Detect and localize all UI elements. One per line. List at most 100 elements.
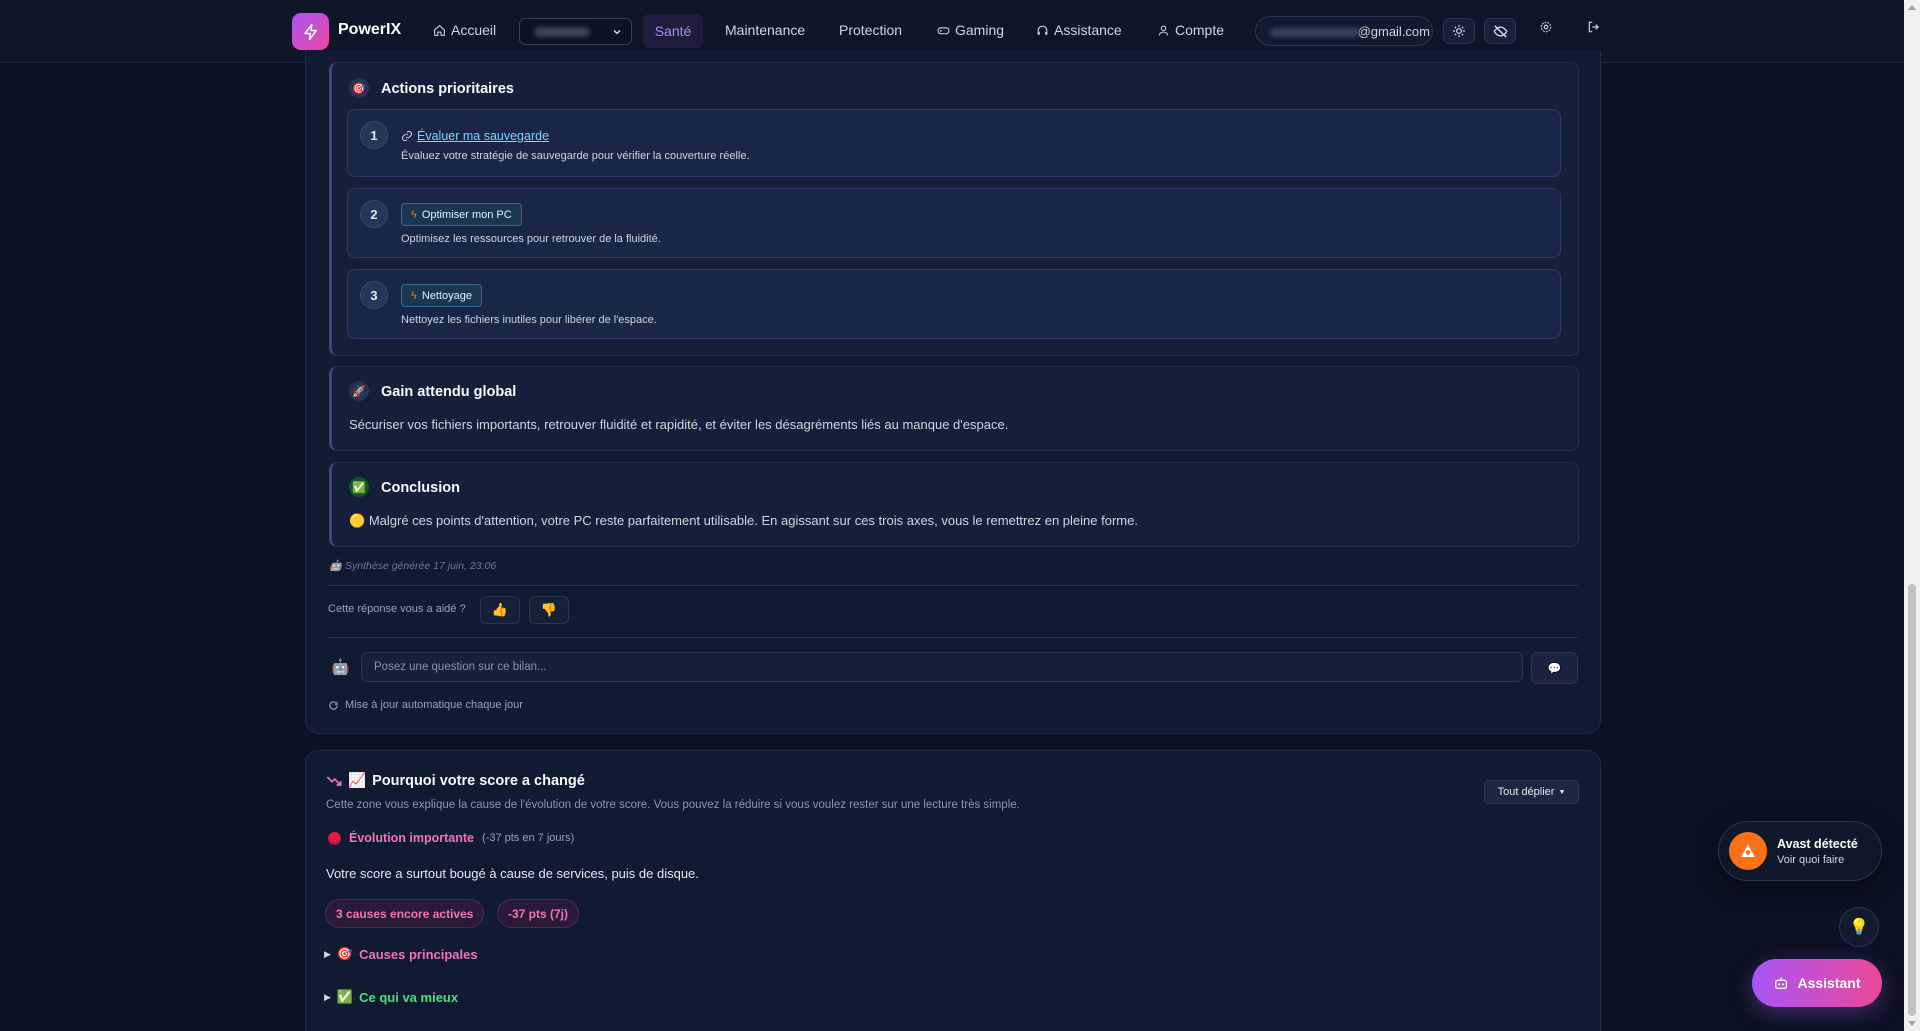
- caret-right-icon: ▶: [324, 991, 331, 1002]
- nav-maintenance[interactable]: Maintenance: [725, 22, 805, 38]
- conclusion-text: Malgré ces points d'attention, votre PC …: [368, 513, 1138, 528]
- chart-icon: 📈: [348, 773, 367, 789]
- evaluate-backup-link[interactable]: Évaluer ma sauvegarde: [401, 129, 549, 143]
- scroll-thumb[interactable]: [1908, 584, 1916, 1016]
- assistant-avatar-icon: 🤖: [331, 659, 350, 676]
- step-number: 1: [360, 121, 388, 149]
- nav-assistance-label: Assistance: [1054, 22, 1122, 38]
- step-description: Évaluez votre stratégie de sauvegarde po…: [401, 150, 750, 162]
- privacy-toggle-button[interactable]: [1484, 18, 1516, 44]
- email-redacted: [1270, 28, 1360, 37]
- bolt-icon: ϟ: [411, 289, 417, 302]
- action-step-3: 3 ϟ Nettoyage Nettoyez les fichiers inut…: [347, 269, 1561, 339]
- step-number: 3: [360, 281, 388, 309]
- assistant-label: Assistant: [1797, 975, 1861, 991]
- auto-update-text: Mise à jour automatique chaque jour: [345, 699, 523, 711]
- brand-name[interactable]: PowerIX: [338, 21, 401, 39]
- thumbs-down-button[interactable]: 👎: [529, 596, 569, 624]
- expand-all-label: Tout déplier: [1497, 786, 1555, 798]
- yellow-circle-icon: 🟡: [349, 513, 366, 528]
- headset-icon: [1037, 25, 1048, 35]
- conclusion-section: ✅ Conclusion 🟡 Malgré ces points d'atten…: [329, 462, 1579, 547]
- lightbulb-icon[interactable]: 💡: [1839, 907, 1879, 947]
- evolution-points: (-37 pts en 7 jours): [482, 832, 575, 844]
- rocket-icon: 🚀: [349, 381, 369, 401]
- link-icon: [402, 131, 412, 141]
- check-icon: ✅: [349, 477, 369, 497]
- score-change-card: [305, 750, 1601, 1031]
- caret-down-icon: ▼: [1558, 788, 1566, 796]
- improvements-label: Ce qui va mieux: [359, 989, 459, 1005]
- thumbs-up-button[interactable]: 👍: [480, 596, 520, 624]
- scroll-up-arrow[interactable]: [1908, 5, 1916, 10]
- caret-right-icon: ▶: [324, 948, 331, 959]
- step-description: Optimisez les ressources pour retrouver …: [401, 233, 661, 245]
- avast-detected-toast[interactable]: Avast détecté Voir quoi faire: [1718, 821, 1882, 881]
- scroll-down-arrow[interactable]: [1908, 1021, 1916, 1026]
- robot-icon: 🤖: [329, 560, 343, 572]
- nav-compte-label: Compte: [1175, 22, 1225, 38]
- send-question-button[interactable]: 💬: [1531, 652, 1578, 684]
- account-email[interactable]: @gmail.com: [1255, 16, 1433, 46]
- improvements-toggle[interactable]: ▶ ✅ Ce qui va mieux: [324, 989, 458, 1005]
- email-suffix: @gmail.com: [1357, 23, 1430, 39]
- divider: [328, 637, 1578, 638]
- avast-title: Avast détecté: [1777, 837, 1858, 851]
- step-number: 2: [360, 200, 388, 228]
- ask-question-input[interactable]: Posez une question sur ce bilan...: [361, 652, 1523, 682]
- bot-icon: [1775, 977, 1788, 989]
- chevron-down-icon: [613, 30, 621, 35]
- score-change-subtitle: Cette zone vous explique la cause de l'é…: [326, 799, 1020, 811]
- conclusion-title: Conclusion: [381, 480, 460, 496]
- divider: [328, 585, 1578, 586]
- trend-down-icon: [326, 775, 342, 786]
- target-icon: 🎯: [336, 946, 354, 961]
- nav-gaming[interactable]: Gaming: [937, 22, 1004, 38]
- evolution-label: Évolution importante: [349, 831, 474, 845]
- auto-update-note: Mise à jour automatique chaque jour: [328, 699, 523, 711]
- cleanup-label: Nettoyage: [421, 289, 472, 302]
- avast-subtitle: Voir quoi faire: [1777, 854, 1845, 866]
- assistant-button[interactable]: Assistant: [1752, 959, 1882, 1007]
- avast-icon: [1729, 832, 1767, 870]
- gear-icon[interactable]: [1539, 20, 1553, 34]
- step-description: Nettoyez les fichiers inutiles pour libé…: [401, 314, 657, 326]
- action-step-1: 1 Évaluer ma sauvegarde Évaluez votre st…: [347, 109, 1561, 177]
- nav-protection[interactable]: Protection: [839, 22, 902, 38]
- theme-toggle-button[interactable]: [1443, 18, 1475, 44]
- red-circle-icon: [328, 831, 341, 845]
- feedback-question: Cette réponse vous a aidé ?: [328, 603, 466, 615]
- main-causes-toggle[interactable]: ▶ 🎯 Causes principales: [324, 946, 478, 962]
- expand-all-button[interactable]: Tout déplier ▼: [1484, 780, 1579, 804]
- device-name-redacted: [534, 27, 590, 37]
- logout-icon[interactable]: [1587, 20, 1601, 34]
- page-scrollbar[interactable]: [1904, 0, 1920, 1031]
- nav-assistance[interactable]: Assistance: [1036, 22, 1122, 38]
- nav-sante[interactable]: Santé: [643, 14, 703, 48]
- score-change-explanation: Votre score a surtout bougé à cause de s…: [326, 866, 699, 881]
- target-icon: 🎯: [349, 78, 369, 98]
- main-causes-label: Causes principales: [359, 946, 478, 962]
- nav-accueil[interactable]: Accueil: [433, 22, 496, 38]
- action-step-2: 2 ϟ Optimiser mon PC Optimisez les resso…: [347, 188, 1561, 258]
- gamepad-icon: [937, 26, 950, 34]
- optimize-pc-label: Optimiser mon PC: [421, 208, 512, 221]
- logo-bolt-icon[interactable]: [292, 13, 329, 50]
- refresh-icon: [329, 700, 338, 710]
- expected-gain-section: 🚀 Gain attendu global Sécuriser vos fich…: [329, 366, 1579, 451]
- evaluate-backup-label: Évaluer ma sauvegarde: [417, 129, 550, 143]
- device-select[interactable]: [519, 18, 632, 45]
- user-icon: [1158, 25, 1169, 36]
- priority-actions-title: Actions prioritaires: [381, 81, 514, 97]
- active-causes-badge: 3 causes encore actives: [325, 899, 485, 928]
- expected-gain-title: Gain attendu global: [381, 384, 517, 400]
- home-icon: [434, 24, 445, 36]
- optimize-pc-button[interactable]: ϟ Optimiser mon PC: [401, 203, 522, 226]
- sun-icon: [1453, 25, 1465, 37]
- synthesis-timestamp: 🤖 Synthèse générée 17 juin, 23:06: [329, 559, 496, 572]
- conclusion-text-row: 🟡 Malgré ces points d'attention, votre P…: [349, 513, 1138, 529]
- nav-compte[interactable]: Compte: [1157, 22, 1224, 38]
- synthesis-text: Synthèse générée 17 juin, 23:06: [345, 560, 497, 572]
- score-change-title: Pourquoi votre score a changé: [372, 772, 585, 789]
- cleanup-button[interactable]: ϟ Nettoyage: [401, 284, 482, 307]
